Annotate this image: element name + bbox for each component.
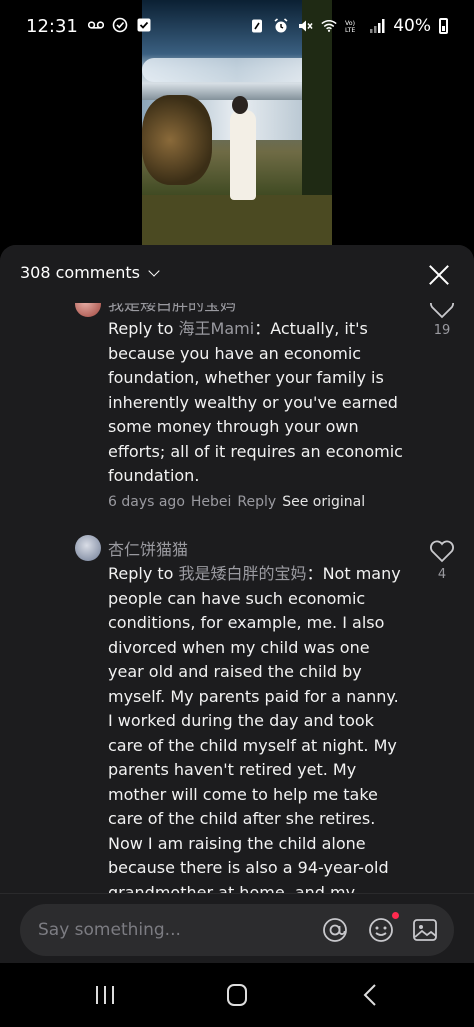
comment-input[interactable] xyxy=(38,916,298,944)
voicemail-icon xyxy=(88,21,104,29)
svg-text:Vo): Vo) xyxy=(345,20,355,27)
reply-prefix: Reply to xyxy=(108,319,179,338)
like-button[interactable]: 4 xyxy=(428,539,456,582)
like-button[interactable]: 19 xyxy=(428,303,456,338)
comment-count-selector[interactable]: 308 comments xyxy=(20,263,160,282)
chevron-down-icon xyxy=(148,264,160,277)
nfc-icon xyxy=(252,19,263,33)
check-circle-icon xyxy=(112,17,128,33)
comment-time: 6 days ago xyxy=(108,494,185,510)
battery-icon xyxy=(439,18,448,34)
close-icon[interactable] xyxy=(428,264,450,286)
reply-link[interactable]: Reply xyxy=(237,494,276,510)
emoji-icon[interactable] xyxy=(368,917,394,943)
wifi-icon xyxy=(321,20,337,32)
checkbox-icon xyxy=(137,18,151,32)
system-nav-bar xyxy=(0,963,474,1027)
comment-count-label: 308 comments xyxy=(20,263,140,282)
notification-dot xyxy=(392,912,399,919)
see-original-link[interactable]: See original xyxy=(282,494,365,510)
reply-prefix: Reply to xyxy=(108,564,179,583)
video-woman-figure xyxy=(230,110,256,200)
back-icon[interactable] xyxy=(356,983,386,1007)
heart-icon xyxy=(430,540,454,563)
status-bar: 12:31 Vo) LTE 40% xyxy=(0,0,474,56)
mute-icon xyxy=(299,20,313,32)
reply-mention[interactable]: 我是矮白胖的宝妈 xyxy=(179,564,307,583)
comment-location: Hebei xyxy=(190,494,232,510)
heart-icon xyxy=(430,303,454,319)
video-ground xyxy=(142,195,332,245)
avatar[interactable] xyxy=(75,535,101,561)
comment-input-pill[interactable] xyxy=(20,904,454,956)
recent-apps-icon[interactable] xyxy=(90,983,120,1007)
like-count: 19 xyxy=(433,323,451,338)
comment-text: Not many people can have such economic c… xyxy=(108,564,401,893)
comment-body: Reply to 我是矮白胖的宝妈：Not many people can ha… xyxy=(108,562,408,893)
status-left-icons xyxy=(88,17,152,33)
comment-username[interactable]: 杏仁饼猫猫 xyxy=(108,536,188,560)
video-woman-head xyxy=(232,96,248,114)
status-right-icons: Vo) LTE 40% xyxy=(249,16,448,36)
image-icon[interactable] xyxy=(412,917,438,943)
volte-icon: Vo)LTE xyxy=(345,20,355,34)
video-bush xyxy=(142,95,212,185)
at-icon[interactable] xyxy=(322,917,348,943)
comments-sheet: 308 comments 我是矮白胖的宝妈 Reply to 海王Mami：Ac… xyxy=(0,245,474,963)
status-time: 12:31 xyxy=(26,16,78,37)
comments-list[interactable]: 我是矮白胖的宝妈 Reply to 海王Mami：Actually, it's … xyxy=(0,303,474,893)
comment-body: Reply to 海王Mami：Actually, it's because y… xyxy=(108,317,408,489)
reply-mention[interactable]: 海王Mami xyxy=(179,319,255,338)
home-icon[interactable] xyxy=(222,983,252,1007)
reply-separator: ： xyxy=(254,319,271,338)
comment-input-bar xyxy=(0,893,474,963)
signal-icon xyxy=(370,19,385,33)
battery-percent: 40% xyxy=(393,16,431,36)
sheet-header: 308 comments xyxy=(0,245,474,303)
svg-text:LTE: LTE xyxy=(345,27,355,34)
comment-text: Actually, it's because you have an econo… xyxy=(108,319,403,485)
reply-separator: ： xyxy=(306,564,323,583)
like-count: 4 xyxy=(437,567,447,582)
alarm-icon xyxy=(274,18,288,33)
comment-username[interactable]: 我是矮白胖的宝妈 xyxy=(108,303,236,315)
avatar[interactable] xyxy=(75,303,101,317)
comment-meta: 6 days ago Hebei Reply See original xyxy=(108,494,365,510)
